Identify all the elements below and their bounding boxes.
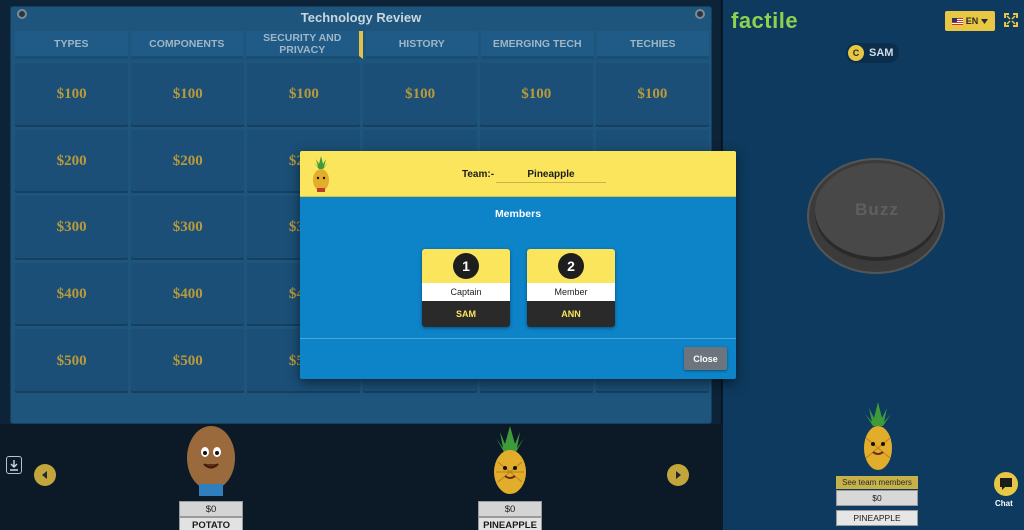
member-number: 2 [558,253,584,279]
dialog-header: Team:- [300,151,736,197]
board-title: Technology Review [300,10,422,25]
category-row: TYPES COMPONENTS SECURITY AND PRIVACY HI… [15,31,709,59]
chat-label: Chat [995,499,1013,508]
team-podium-potato: $0 POTATO [179,424,243,530]
pineapple-avatar-icon [864,402,892,470]
team-name: POTATO [179,517,243,530]
close-button[interactable]: Close [684,347,727,370]
chevron-right-icon [676,471,681,479]
members-title: Members [494,208,542,220]
dialog-divider [300,338,736,339]
member-card: 1 Captain SAM [422,249,510,327]
category-header: COMPONENTS [130,31,243,59]
chevron-down-icon [981,18,989,24]
buzz-button[interactable]: Buzz [815,163,939,257]
scroll-right-button[interactable] [667,464,689,486]
chat-button[interactable] [992,470,1020,498]
member-number: 1 [453,253,479,279]
language-label: EN [965,16,979,26]
fullscreen-icon[interactable] [1004,13,1018,27]
question-tile[interactable]: $100 [363,63,477,127]
team-name: PINEAPPLE [478,517,542,530]
download-icon[interactable] [6,456,22,474]
player-panel: factile EN C SAM Buzz See team members $… [723,0,1024,530]
member-role: Member [527,283,615,301]
factile-logo: factile [731,8,799,33]
captain-badge: C [848,45,864,61]
pineapple-avatar-icon [313,156,329,192]
team-score: $0 [836,490,918,506]
category-header: TYPES [15,31,128,59]
question-tile[interactable]: $200 [131,129,245,194]
question-tile[interactable]: $100 [131,63,245,127]
chat-bubble-icon [1000,478,1012,490]
question-tile[interactable]: $400 [15,262,129,327]
question-tile[interactable]: $100 [247,63,361,127]
team-label: Team:- [462,169,495,180]
us-flag-icon [951,17,963,25]
question-tile[interactable]: $200 [15,129,129,194]
potato-avatar-icon [187,426,235,496]
member-name: SAM [422,301,510,327]
team-podium-area: $0 POTATO $0 PINEAPPLE [0,424,722,530]
question-tile[interactable]: $500 [131,329,245,393]
question-tile[interactable]: $100 [15,63,129,127]
question-tile[interactable]: $300 [15,196,129,260]
buzz-button-base: Buzz [807,158,945,274]
member-name: ANN [527,301,615,327]
category-header: EMERGING TECH [481,31,594,59]
team-podium-pineapple: $0 PINEAPPLE [478,424,542,530]
team-score: $0 [478,501,542,517]
pineapple-avatar-icon [494,426,526,494]
team-members-dialog: Team:- Members 1 Captain SAM 2 Member AN… [300,151,736,379]
player-name: SAM [869,47,894,59]
member-role: Captain [422,283,510,301]
see-team-members-button[interactable]: See team members [836,476,918,489]
team-score: $0 [179,501,243,517]
member-card: 2 Member ANN [527,249,615,327]
question-tile[interactable]: $400 [131,262,245,327]
category-header: TECHIES [596,31,709,59]
team-name: PINEAPPLE [836,510,918,526]
category-header: HISTORY [365,31,478,59]
question-tile[interactable]: $100 [595,63,709,127]
chevron-left-icon [42,471,47,479]
category-header: SECURITY AND PRIVACY [246,31,363,59]
language-selector[interactable]: EN [945,11,995,31]
question-tile[interactable]: $300 [131,196,245,260]
current-player: C SAM [846,43,900,63]
team-name-field[interactable] [496,166,606,183]
question-tile[interactable]: $500 [15,329,129,393]
question-tile[interactable]: $100 [479,63,593,127]
scroll-left-button[interactable] [34,464,56,486]
